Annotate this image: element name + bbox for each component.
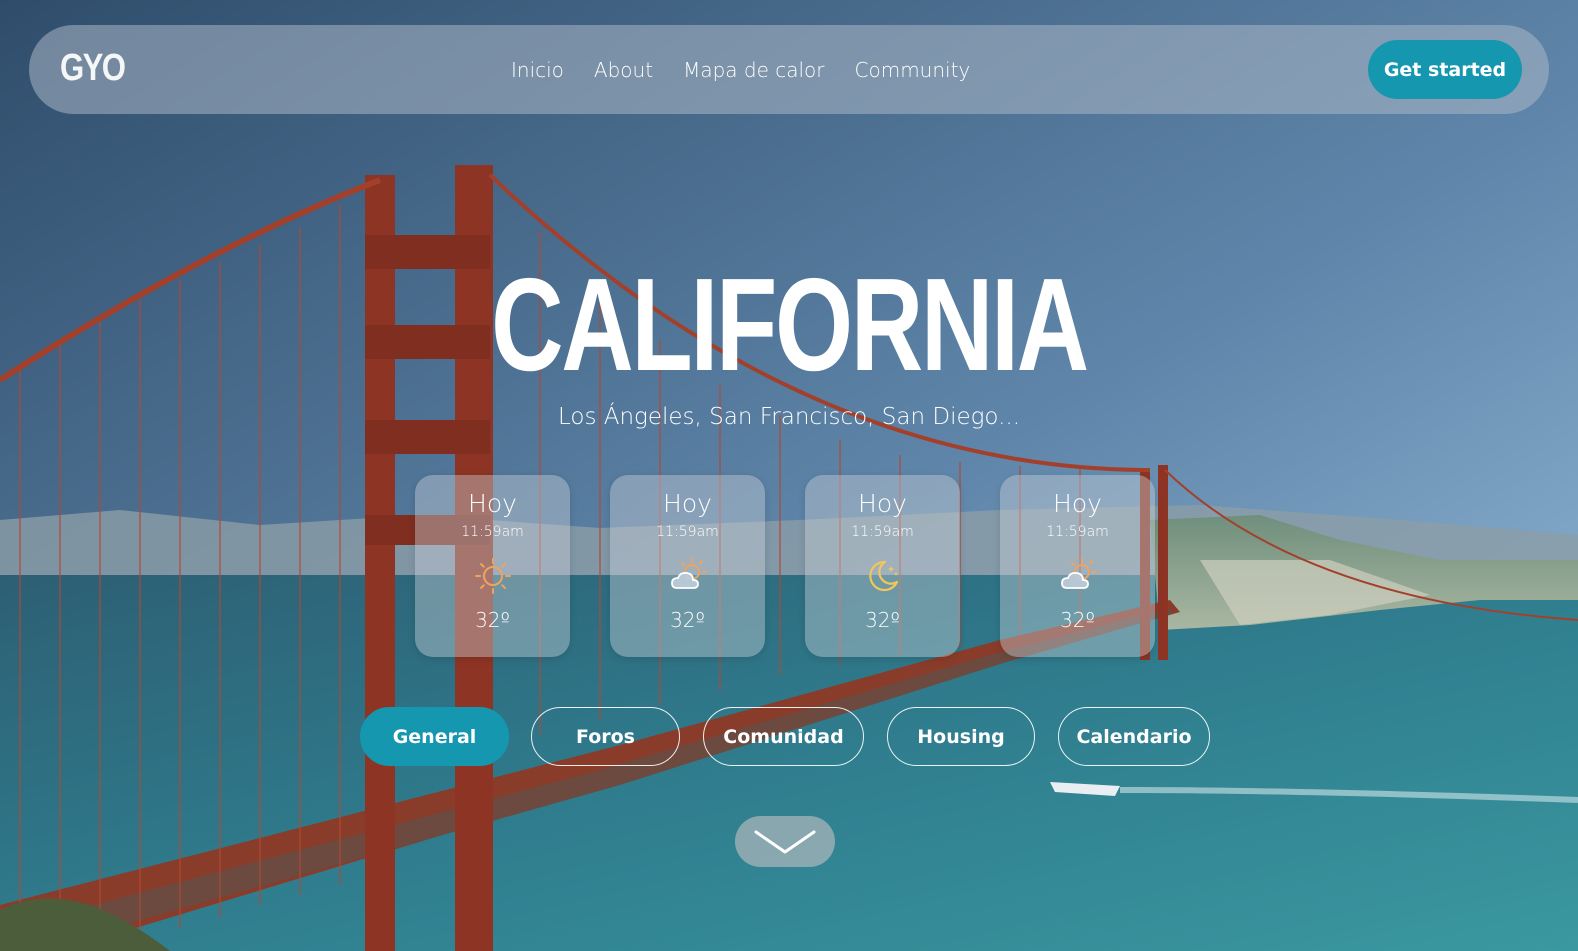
moon-stars-icon bbox=[868, 560, 898, 592]
weather-time: 11:59am bbox=[656, 524, 719, 540]
weather-day: Hoy bbox=[663, 489, 712, 518]
page-subtitle: Los Ángeles, San Francisco, San Diego... bbox=[557, 404, 1021, 430]
get-started-button[interactable]: Get started bbox=[1368, 40, 1522, 99]
tab-general[interactable]: General bbox=[360, 707, 509, 766]
nav-link-inicio[interactable]: Inicio bbox=[511, 58, 564, 82]
weather-temperature: 32º bbox=[475, 608, 510, 632]
nav-link-community[interactable]: Community bbox=[855, 58, 971, 82]
weather-time: 11:59am bbox=[1046, 524, 1109, 540]
nav-link-mapa-de-calor[interactable]: Mapa de calor bbox=[683, 58, 824, 82]
chevron-down-icon bbox=[754, 830, 816, 853]
weather-day: Hoy bbox=[1053, 489, 1102, 518]
weather-time: 11:59am bbox=[461, 524, 524, 540]
weather-card[interactable]: Hoy 11:59am 32º bbox=[415, 475, 570, 657]
weather-card[interactable]: Hoy 11:59am 32º bbox=[805, 475, 960, 657]
weather-time: 11:59am bbox=[851, 524, 914, 540]
nav-links: Inicio About Mapa de calor Community bbox=[511, 25, 970, 114]
tab-comunidad[interactable]: Comunidad bbox=[703, 707, 864, 766]
weather-temperature: 32º bbox=[1060, 608, 1095, 632]
tab-calendario[interactable]: Calendario bbox=[1058, 707, 1210, 766]
partly-cloudy-icon bbox=[670, 558, 707, 589]
page-title: CALIFORNIA bbox=[491, 251, 1089, 398]
nav-link-about[interactable]: About bbox=[594, 58, 653, 82]
weather-card[interactable]: Hoy 11:59am 32º bbox=[1000, 475, 1155, 657]
top-navbar: GYO Inicio About Mapa de calor Community… bbox=[29, 25, 1549, 114]
weather-card-list: Hoy 11:59am 32º Hoy 11:59am 32º Hoy 11:5… bbox=[415, 475, 1155, 657]
weather-temperature: 32º bbox=[865, 608, 900, 632]
partly-cloudy-icon bbox=[1060, 558, 1097, 589]
weather-day: Hoy bbox=[468, 489, 517, 518]
scroll-down-button[interactable] bbox=[735, 816, 835, 867]
weather-card[interactable]: Hoy 11:59am 32º bbox=[610, 475, 765, 657]
tab-foros[interactable]: Foros bbox=[531, 707, 680, 766]
weather-day: Hoy bbox=[858, 489, 907, 518]
sun-icon bbox=[474, 558, 511, 594]
weather-temperature: 32º bbox=[670, 608, 705, 632]
tab-housing[interactable]: Housing bbox=[887, 707, 1035, 766]
brand-logo[interactable]: GYO bbox=[60, 47, 126, 90]
